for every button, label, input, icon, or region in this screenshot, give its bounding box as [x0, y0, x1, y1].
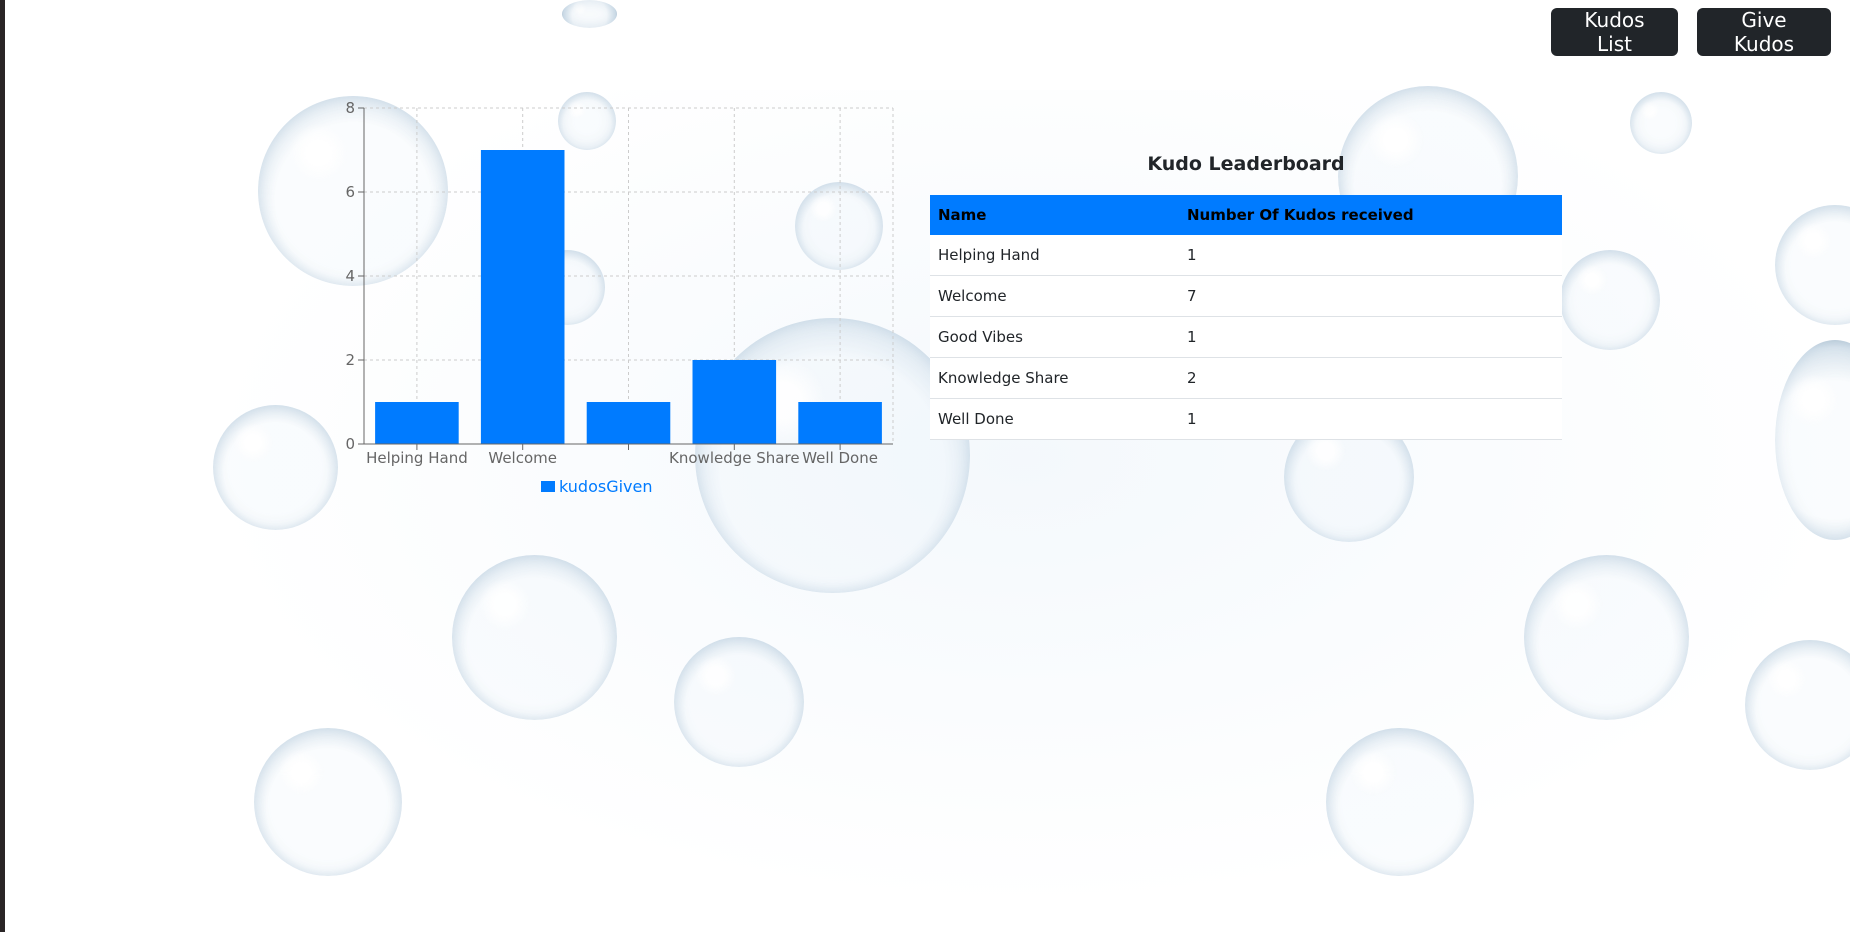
row-kudos-count: 2 — [1179, 357, 1562, 399]
table-row: Good Vibes 1 — [930, 316, 1562, 358]
x-tick-label: Well Done — [802, 449, 878, 467]
row-kudos-count: 1 — [1179, 235, 1562, 276]
table-header-row: Name Number Of Kudos received — [930, 195, 1562, 235]
table-row: Well Done 1 — [930, 398, 1562, 440]
bubble-decoration — [1326, 728, 1474, 876]
row-name: Good Vibes — [930, 316, 1179, 358]
row-kudos-count: 1 — [1179, 316, 1562, 358]
bubble-decoration — [674, 637, 804, 767]
bar-helping-hand — [375, 402, 459, 444]
table-row: Welcome 7 — [930, 275, 1562, 317]
bar-good-vibes — [586, 402, 671, 444]
bar-knowledge-share — [692, 360, 777, 444]
y-tick-label: 0 — [345, 435, 355, 453]
leaderboard-table: Name Number Of Kudos received Helping Ha… — [930, 195, 1562, 440]
y-tick-label: 8 — [345, 99, 355, 117]
bubble-decoration — [1524, 555, 1689, 720]
column-header-name: Name — [930, 195, 1179, 235]
row-name: Well Done — [930, 398, 1179, 440]
page: Kudos List Give Kudos 0 2 4 6 8 Helping Hand W… — [0, 0, 1850, 932]
row-name: Welcome — [930, 275, 1179, 317]
x-tick-label: Welcome — [488, 449, 557, 467]
bubble-decoration — [254, 728, 402, 876]
x-tick-label: Knowledge Share — [669, 449, 800, 467]
bubble-decoration — [562, 0, 617, 28]
kudos-list-button[interactable]: Kudos List — [1551, 8, 1678, 56]
x-tick-label: Helping Hand — [366, 449, 468, 467]
leaderboard: Kudo Leaderboard Name Number Of Kudos re… — [930, 150, 1562, 440]
column-header-kudos: Number Of Kudos received — [1179, 195, 1562, 235]
row-name: Helping Hand — [930, 235, 1179, 276]
row-kudos-count: 7 — [1179, 275, 1562, 317]
y-tick-label: 6 — [345, 183, 355, 201]
bar-welcome — [480, 150, 565, 444]
chart-svg: 0 2 4 6 8 Helping Hand Welcome Knowledge Share W… — [345, 99, 894, 467]
table-row: Knowledge Share 2 — [930, 357, 1562, 399]
bar-well-done — [798, 402, 882, 444]
bubble-decoration — [1630, 92, 1692, 154]
chart-legend[interactable]: kudosGiven — [541, 477, 653, 496]
row-kudos-count: 1 — [1179, 398, 1562, 440]
legend-label: kudosGiven — [559, 477, 653, 496]
legend-swatch — [541, 481, 555, 492]
bubble-decoration — [213, 405, 338, 530]
y-tick-label: 2 — [345, 351, 355, 369]
y-tick-label: 4 — [345, 267, 355, 285]
bubble-decoration — [452, 555, 617, 720]
give-kudos-button[interactable]: Give Kudos — [1697, 8, 1831, 56]
leaderboard-title: Kudo Leaderboard — [1147, 153, 1345, 175]
bubble-decoration — [1560, 250, 1660, 350]
window-edge — [0, 0, 5, 932]
row-name: Knowledge Share — [930, 357, 1179, 399]
kudos-bar-chart: 0 2 4 6 8 Helping Hand Welcome Knowledge Share W… — [340, 96, 900, 516]
table-row: Helping Hand 1 — [930, 235, 1562, 276]
